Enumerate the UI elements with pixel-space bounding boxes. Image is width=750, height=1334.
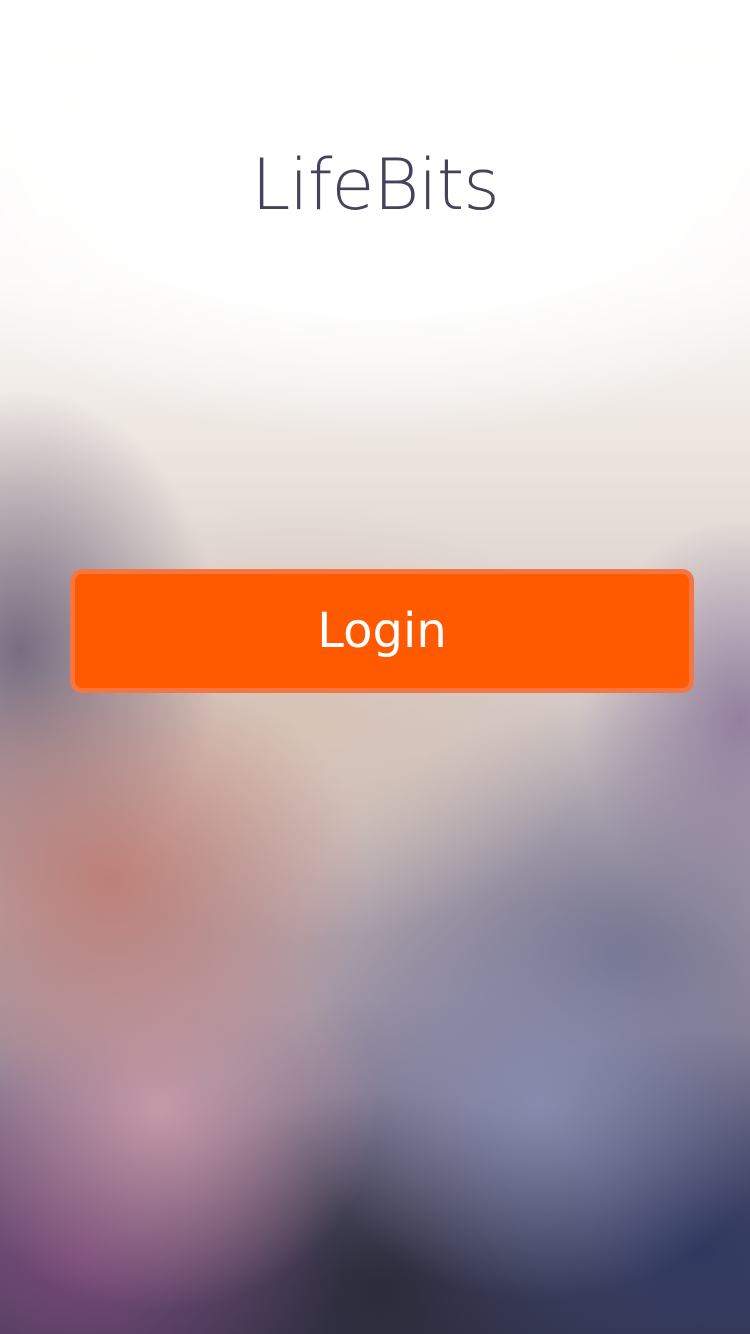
login-button[interactable]: Login: [70, 569, 694, 693]
login-screen: LifeBits Login: [0, 0, 750, 1334]
app-title: LifeBits: [251, 144, 499, 226]
login-button-label: Login: [317, 603, 447, 659]
